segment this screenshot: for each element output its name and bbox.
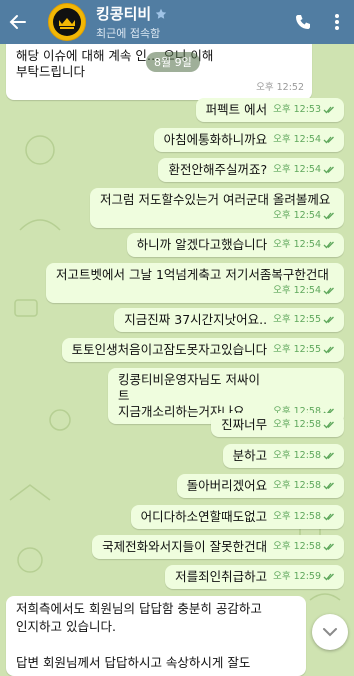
chat-title: 킹콩티비 <box>96 5 152 23</box>
avatar[interactable] <box>48 3 86 41</box>
double-check-icon <box>323 452 334 460</box>
message-time: 오후 12:54 <box>273 210 321 221</box>
chevron-down-icon <box>323 628 337 637</box>
message-bubble-outgoing[interactable]: 저고트벳에서 그날 1억넘게축고 저기서좀복구한건대 오후 12:54 <box>46 263 344 303</box>
message-bubble-outgoing[interactable]: 저그럼 저도할수있는거 여러군대 올려볼께요 오후 12:54 <box>90 188 344 228</box>
message-list[interactable]: 8월 9일 해당 이슈에 대해 계속 인… 으니 이해 부탁드립니다 오후 12… <box>0 34 354 676</box>
message-bubble-outgoing[interactable]: 퍼펙트 에서 오후 12:53 <box>195 98 344 122</box>
double-check-icon <box>323 573 334 581</box>
message-text: 어디다하소연할때도없고 <box>140 509 268 524</box>
message-time: 오후 12:54 <box>273 239 321 250</box>
message-text: 하니까 알겠다고했습니다 <box>136 237 268 252</box>
double-check-icon <box>323 513 334 521</box>
double-check-icon <box>323 106 334 114</box>
double-check-icon <box>323 421 334 429</box>
message-bubble-incoming[interactable]: 저희측에서도 회원님의 답답함 충분히 공감하고 인지하고 있습니다. 답변 회… <box>6 596 306 676</box>
message-time: 오후 12:58 <box>273 480 321 491</box>
message-text: 진짜너무 <box>221 417 268 432</box>
message-text: 아침에통화하니까요 <box>163 132 268 147</box>
double-check-icon <box>323 166 334 174</box>
message-text: 돌아버리겠어요 <box>186 478 268 493</box>
message-text: 지금진짜 37시간지낫어요.. <box>124 312 268 327</box>
message-time: 오후 12:54 <box>273 285 321 296</box>
message-bubble-outgoing[interactable]: 진짜너무 오후 12:58 <box>211 413 344 437</box>
double-check-icon <box>323 316 334 324</box>
chat-status: 최근에 접속함 <box>96 27 161 40</box>
message-text: 토토인생처음이고잠도못자고있습니다 <box>71 342 268 357</box>
double-check-icon <box>323 212 334 220</box>
chat-title-block[interactable]: 킹콩티비 최근에 접속함 <box>96 3 286 41</box>
double-check-icon <box>323 346 334 354</box>
message-time: 오후 12:58 <box>273 450 321 461</box>
date-badge: 8월 9일 <box>146 52 200 72</box>
double-check-icon <box>323 241 334 249</box>
message-time: 오후 12:59 <box>273 571 321 582</box>
message-time: 오후 12:58 <box>273 419 321 430</box>
king-logo-icon <box>53 8 81 36</box>
message-bubble-outgoing[interactable]: 환전안해주실꺼죠? 오후 12:54 <box>158 158 344 182</box>
message-text: 환전안해주실꺼죠? <box>168 162 268 177</box>
message-bubble-outgoing[interactable]: 하니까 알겠다고했습니다 오후 12:54 <box>126 233 344 257</box>
message-time: 오후 12:53 <box>273 104 321 115</box>
verified-star-icon <box>156 8 167 19</box>
message-text: 퍼펙트 에서 <box>205 102 268 117</box>
back-arrow-icon <box>9 15 26 29</box>
message-time: 오후 12:52 <box>256 82 304 93</box>
message-bubble-outgoing[interactable]: 저를죄인취급하고 오후 12:59 <box>165 565 344 589</box>
message-bubble-outgoing[interactable]: 토토인생처음이고잠도못자고있습니다 오후 12:55 <box>61 338 344 362</box>
message-time: 오후 12:55 <box>273 344 321 355</box>
message-time: 오후 12:55 <box>273 314 321 325</box>
more-vert-icon <box>335 14 339 30</box>
phone-icon <box>296 15 310 29</box>
chat-header: 킹콩티비 최근에 접속함 <box>0 0 354 44</box>
message-time: 오후 12:54 <box>273 164 321 175</box>
message-time: 오후 12:58 <box>273 511 321 522</box>
call-button[interactable] <box>286 0 320 44</box>
message-text: 저그럼 저도할수있는거 여러군대 올려볼께요 <box>100 192 331 207</box>
message-text: 저고트벳에서 그날 1억넘게축고 저기서좀복구한건대 <box>56 267 329 282</box>
message-bubble-outgoing[interactable]: 아침에통화하니까요 오후 12:54 <box>153 128 344 152</box>
message-bubble-outgoing[interactable]: 돌아버리겠어요 오후 12:58 <box>176 474 344 498</box>
message-bubble-outgoing[interactable]: 지금진짜 37시간지낫어요.. 오후 12:55 <box>114 308 344 332</box>
message-bubble-outgoing[interactable]: 분하고 오후 12:58 <box>222 444 344 468</box>
double-check-icon <box>323 136 334 144</box>
message-bubble-outgoing[interactable]: 어디다하소연할때도없고 오후 12:58 <box>130 505 344 529</box>
message-text: 국제전화와서지들이 잘못한건대 <box>102 539 268 554</box>
double-check-icon <box>323 287 334 295</box>
double-check-icon <box>323 543 334 551</box>
back-button[interactable] <box>0 0 36 44</box>
message-text: 저희측에서도 회원님의 답답함 충분히 공감하고 인지하고 있습니다. 답변 회… <box>16 601 262 670</box>
message-time: 오후 12:58 <box>273 541 321 552</box>
double-check-icon <box>323 482 334 490</box>
more-options-button[interactable] <box>320 0 354 44</box>
message-text: 저를죄인취급하고 <box>175 569 268 584</box>
message-time: 오후 12:54 <box>273 134 321 145</box>
message-bubble-outgoing[interactable]: 국제전화와서지들이 잘못한건대 오후 12:58 <box>92 535 344 559</box>
scroll-down-button[interactable] <box>312 614 348 650</box>
message-text: 분하고 <box>232 448 268 463</box>
